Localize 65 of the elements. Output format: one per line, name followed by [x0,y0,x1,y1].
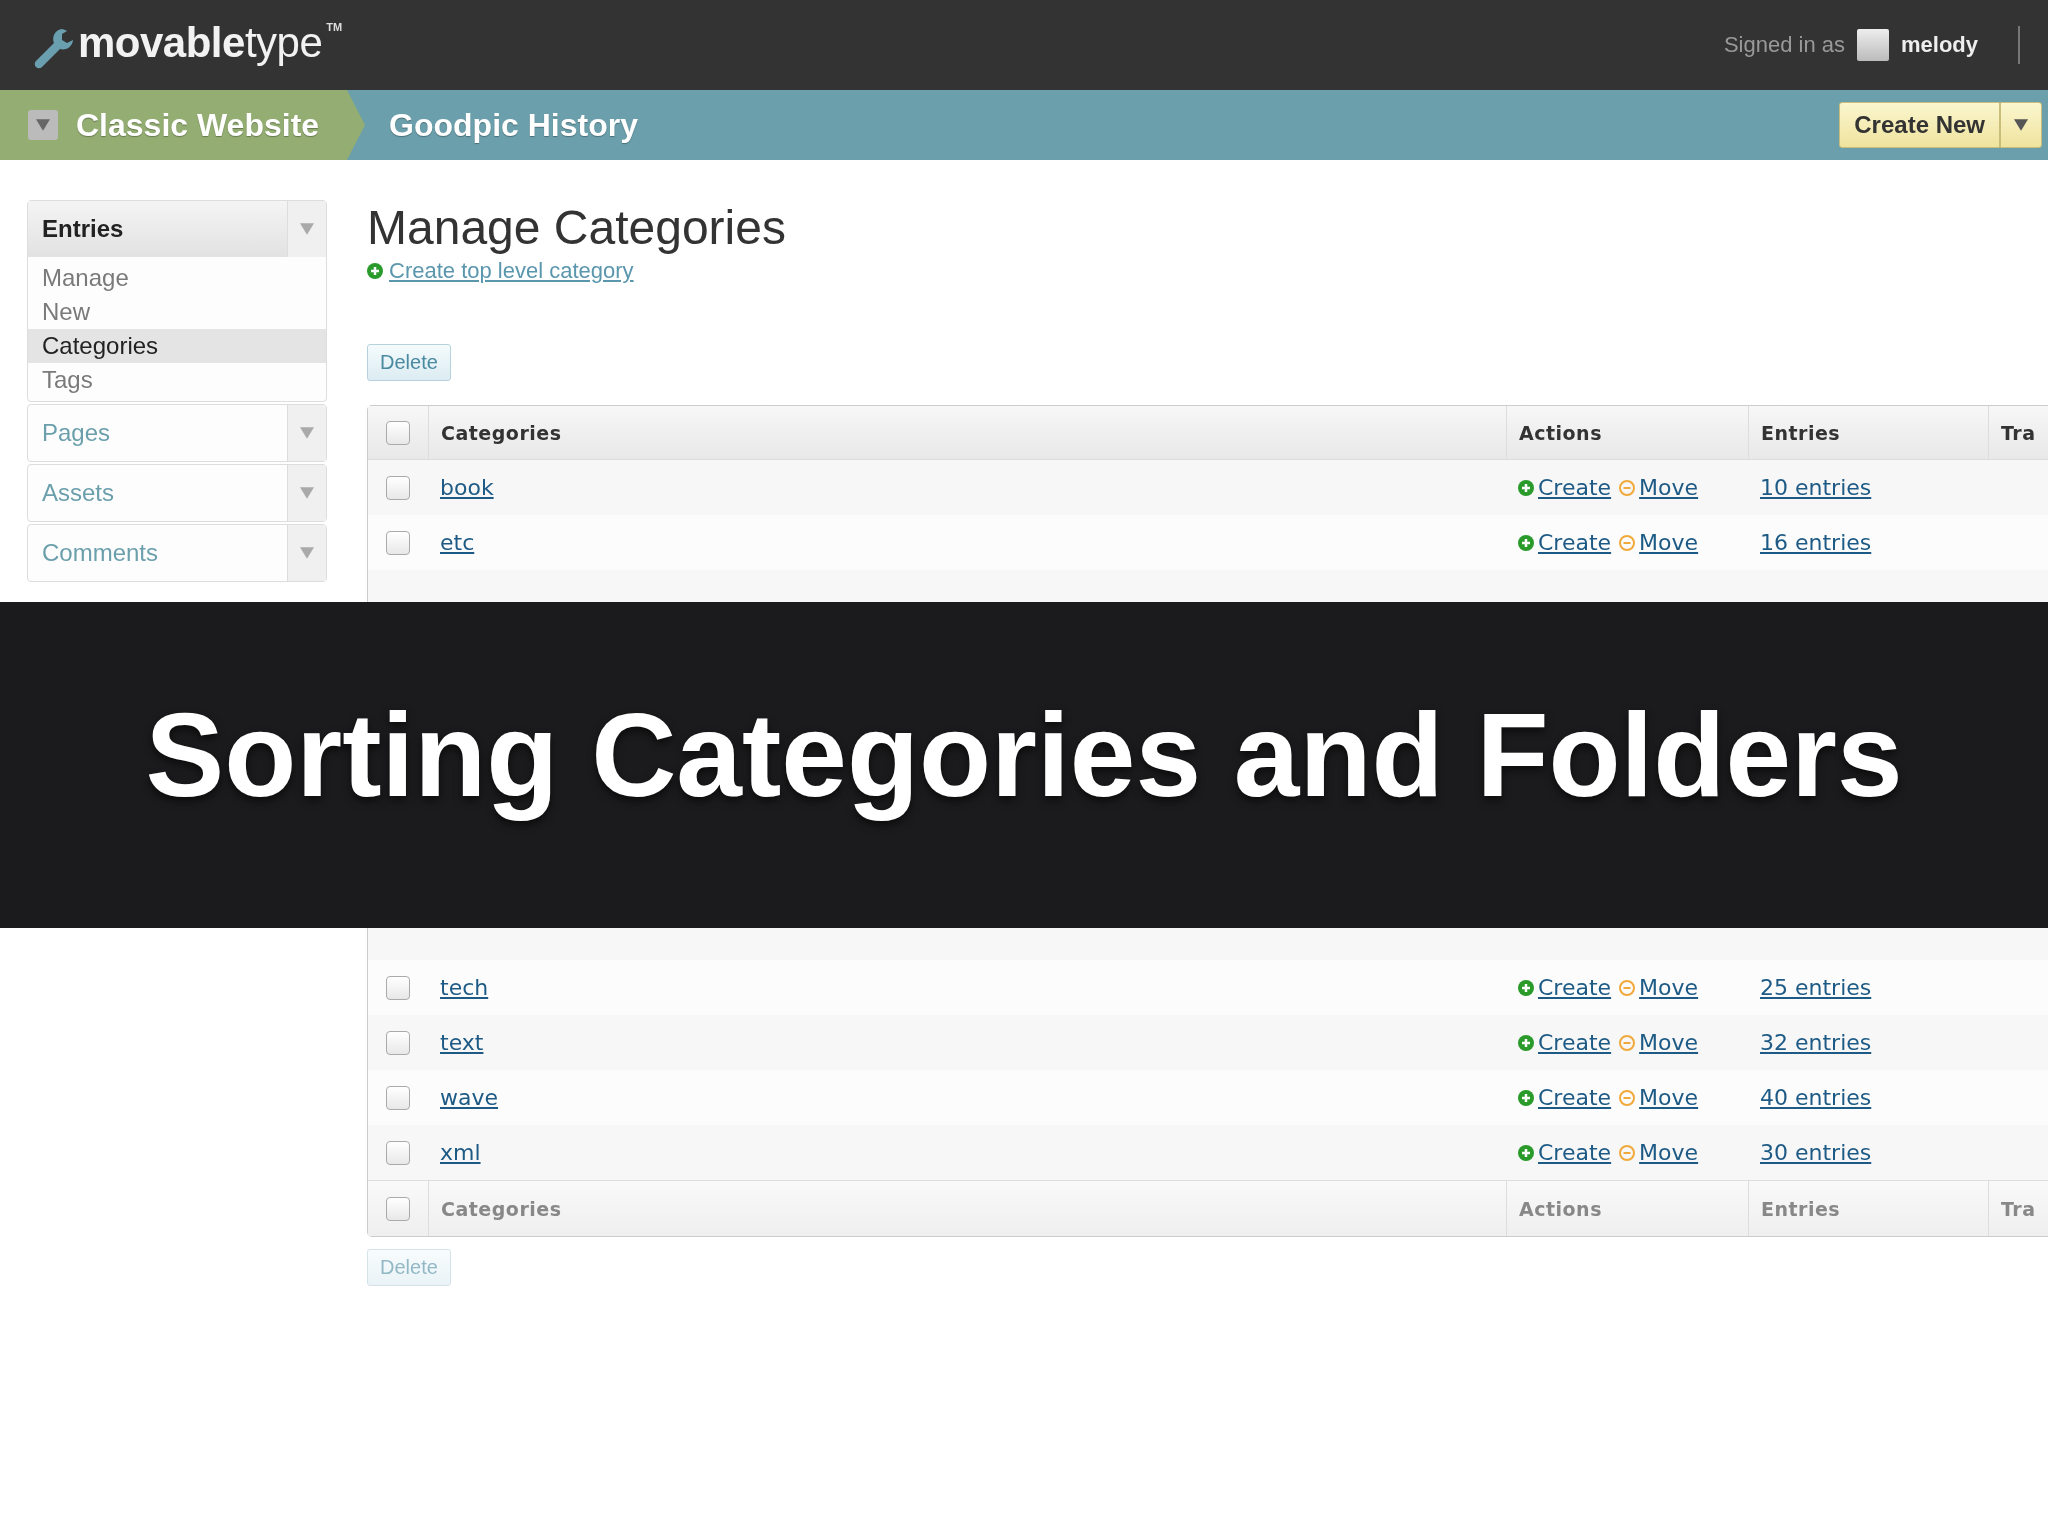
create-link[interactable]: Create [1538,1140,1612,1165]
move-icon [1619,1034,1636,1051]
move-link[interactable]: Move [1639,475,1699,500]
add-icon [1518,1089,1534,1106]
entries-link[interactable]: 30 entries [1760,1140,1872,1165]
page-title: Manage Categories [367,200,787,256]
menu-item[interactable]: Categories [28,329,326,363]
category-link[interactable]: tech [440,975,489,1000]
create-new-button[interactable]: Create New [1839,102,2000,148]
move-icon [1619,479,1636,496]
column-header[interactable]: Entries [1748,406,1988,459]
move-link[interactable]: Move [1639,975,1699,1000]
checkbox[interactable] [386,530,410,555]
add-icon [367,263,383,279]
signed-in-label: Signed in as [1723,32,1845,58]
add-icon [1518,979,1534,996]
entries-link[interactable]: 40 entries [1760,1085,1872,1110]
checkbox[interactable] [386,1196,410,1221]
checkbox[interactable] [386,420,410,445]
move-link[interactable]: Move [1639,1085,1699,1110]
move-icon [1619,1144,1636,1161]
banner-title: Sorting Categories and Folders [145,688,1903,823]
move-icon [1619,979,1636,996]
menu-item[interactable]: Tags [28,363,326,397]
category-link[interactable]: wave [440,1085,499,1110]
move-icon [1619,1089,1636,1106]
add-icon [1518,534,1534,551]
trademark: TM [326,21,343,33]
create-link[interactable]: Create [1538,975,1612,1000]
entries-link[interactable]: 32 entries [1760,1030,1872,1055]
create-link[interactable]: Create [1538,475,1612,500]
logo-text: movabletype [78,19,323,67]
add-icon [1518,1144,1534,1161]
checkbox[interactable] [386,1085,410,1110]
checkbox[interactable] [386,1030,410,1055]
entries-link[interactable]: 25 entries [1760,975,1872,1000]
menu-item[interactable]: New [28,295,326,329]
move-link[interactable]: Move [1639,1030,1699,1055]
category-link[interactable]: book [440,475,494,500]
move-link[interactable]: Move [1639,530,1699,555]
checkbox[interactable] [386,475,410,500]
add-icon [1518,479,1534,496]
breadcrumb-arrow [347,90,366,160]
menu-item[interactable]: Manage [28,261,326,295]
user-name[interactable]: melody [1900,32,1978,58]
caret-icon[interactable] [2000,102,2042,148]
avatar-icon [1856,29,1889,61]
column-header[interactable]: Actions [1506,406,1748,459]
entries-link[interactable]: 16 entries [1760,530,1872,555]
create-link[interactable]: Create [1538,530,1612,555]
dropdown-icon[interactable] [28,110,58,140]
move-link[interactable]: Move [1639,1140,1699,1165]
column-header[interactable]: Tra [1988,406,2048,459]
create-link[interactable]: Create [1538,1030,1612,1055]
checkbox[interactable] [386,1140,410,1165]
category-link[interactable]: etc [440,530,475,555]
entries-link[interactable]: 10 entries [1760,475,1872,500]
delete-button[interactable]: Delete [367,344,451,381]
move-icon [1619,534,1636,551]
category-link[interactable]: xml [440,1140,481,1165]
category-link[interactable]: text [440,1030,484,1055]
checkbox[interactable] [386,975,410,1000]
add-icon [1518,1034,1534,1051]
column-header[interactable]: Categories [428,406,1506,459]
create-link[interactable]: Create [1538,1085,1612,1110]
